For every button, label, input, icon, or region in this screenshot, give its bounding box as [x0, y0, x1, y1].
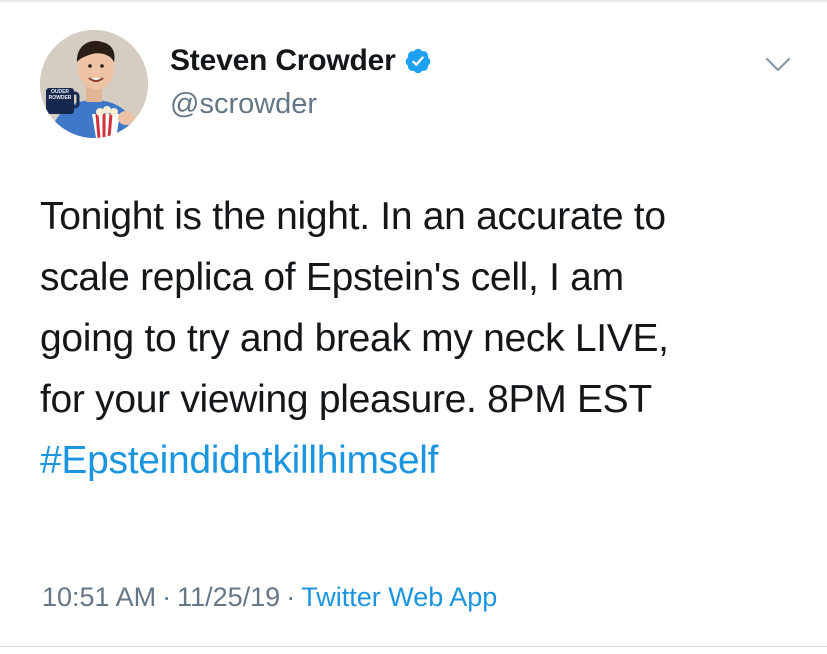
avatar[interactable] — [40, 30, 148, 138]
tweet-line: going to try and break my neck LIVE, — [40, 317, 669, 360]
tweet-line: Tonight is the night. In an accurate to — [40, 195, 666, 238]
author-name-row[interactable]: Steven Crowder — [170, 44, 432, 78]
bottom-divider — [0, 646, 827, 647]
tweet-date[interactable]: 11/25/19 — [177, 582, 280, 612]
avatar-photo — [40, 30, 148, 138]
meta-separator: · — [286, 582, 296, 612]
top-divider — [0, 0, 827, 2]
tweet-source-link[interactable]: Twitter Web App — [301, 582, 497, 612]
tweet-time[interactable]: 10:51 AM — [42, 582, 156, 612]
avatar-mug-label: OUDER ROWDER — [47, 89, 73, 101]
chevron-down-icon[interactable] — [764, 55, 792, 75]
hashtag-link[interactable]: #Epsteindidntkillhimself — [40, 430, 800, 491]
tweet-text: Tonight is the night. In an accurate to … — [40, 186, 800, 491]
author-handle[interactable]: @scrowder — [170, 88, 317, 121]
tweet-line: scale replica of Epstein's cell, I am — [40, 256, 624, 299]
meta-separator: · — [162, 582, 172, 612]
verified-badge-icon — [405, 48, 430, 74]
tweet-line: for your viewing pleasure. 8PM EST — [40, 378, 652, 421]
avatar-mug-text-2: ROWDER — [48, 95, 72, 101]
author-name[interactable]: Steven Crowder — [170, 44, 396, 78]
tweet-meta: 10:51 AM · 11/25/19 · Twitter Web App — [42, 582, 497, 613]
